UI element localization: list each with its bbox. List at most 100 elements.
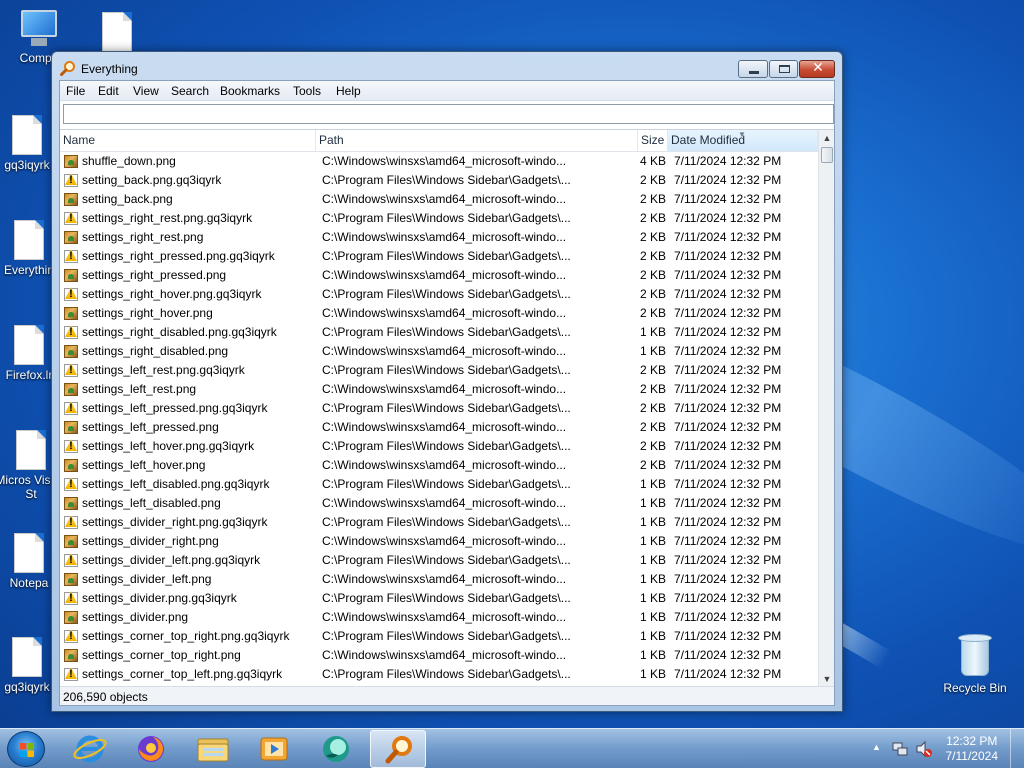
scroll-up-icon[interactable]: ▲ bbox=[819, 130, 835, 146]
table-row[interactable]: settings_divider_left.png.gq3iqyrk C:\Pro… bbox=[60, 551, 818, 570]
file-size: 1 KB bbox=[639, 610, 666, 624]
file-date-modified: 7/11/2024 12:32 PM bbox=[674, 268, 782, 282]
table-row[interactable]: settings_left_rest.png.gq3iqyrk C:\Progra… bbox=[60, 361, 818, 380]
document-icon bbox=[14, 220, 44, 260]
table-row[interactable]: settings_corner_top_right.png.gq3iqyrk C:… bbox=[60, 627, 818, 646]
network-icon[interactable] bbox=[891, 740, 909, 758]
table-row[interactable]: settings_left_disabled.png.gq3iqyrk C:\Pr… bbox=[60, 475, 818, 494]
unknown-file-icon bbox=[64, 478, 78, 491]
column-header-name[interactable]: Name bbox=[60, 130, 316, 151]
firefox-icon bbox=[138, 736, 164, 762]
file-name: setting_back.png bbox=[82, 192, 173, 206]
taskbar-file-explorer[interactable] bbox=[185, 730, 241, 768]
table-row[interactable]: settings_divider_right.png.gq3iqyrk C:\Pr… bbox=[60, 513, 818, 532]
vertical-scrollbar[interactable]: ▲ ▼ bbox=[818, 130, 834, 687]
object-count: 206,590 objects bbox=[63, 690, 148, 704]
png-file-icon bbox=[64, 649, 78, 662]
file-date-modified: 7/11/2024 12:32 PM bbox=[674, 572, 782, 586]
taskbar-everything[interactable] bbox=[370, 730, 426, 768]
minimize-button[interactable] bbox=[738, 60, 768, 78]
close-button[interactable]: ✕ bbox=[799, 60, 835, 78]
file-size: 2 KB bbox=[639, 249, 666, 263]
unknown-file-icon bbox=[64, 212, 78, 225]
desktop-icon-recycle-bin[interactable]: Recycle Bin bbox=[938, 632, 1012, 695]
show-desktop-button[interactable] bbox=[1010, 729, 1024, 768]
table-row[interactable]: settings_divider_left.png C:\Windows\wins… bbox=[60, 570, 818, 589]
table-row[interactable]: settings_left_disabled.png C:\Windows\win… bbox=[60, 494, 818, 513]
menu-file[interactable]: File bbox=[66, 84, 85, 98]
file-name: settings_corner_top_right.png bbox=[82, 648, 241, 662]
menu-tools[interactable]: Tools bbox=[293, 84, 321, 98]
table-row[interactable]: settings_divider.png.gq3iqyrk C:\Program … bbox=[60, 589, 818, 608]
table-row[interactable]: settings_right_disabled.png C:\Windows\wi… bbox=[60, 342, 818, 361]
table-row[interactable]: settings_left_hover.png.gq3iqyrk C:\Progr… bbox=[60, 437, 818, 456]
unknown-file-icon bbox=[64, 364, 78, 377]
system-tray: ▲ 12:32 PM 7/11/2024 bbox=[864, 729, 1024, 768]
table-row[interactable]: settings_left_pressed.png C:\Windows\wins… bbox=[60, 418, 818, 437]
start-button[interactable] bbox=[7, 731, 45, 767]
column-header-date-modified[interactable]: Date Modified ▼ bbox=[668, 130, 818, 151]
table-row[interactable]: settings_left_pressed.png.gq3iqyrk C:\Pro… bbox=[60, 399, 818, 418]
title-bar[interactable]: Everything ✕ bbox=[52, 52, 842, 82]
table-row[interactable]: settings_right_disabled.png.gq3iqyrk C:\P… bbox=[60, 323, 818, 342]
table-row[interactable]: setting_back.png.gq3iqyrk C:\Program File… bbox=[60, 171, 818, 190]
table-row[interactable]: settings_right_hover.png C:\Windows\winsx… bbox=[60, 304, 818, 323]
table-row[interactable]: shuffle_down.png C:\Windows\winsxs\amd64_… bbox=[60, 152, 818, 171]
file-path: C:\Program Files\Windows Sidebar\Gadgets… bbox=[322, 439, 571, 453]
file-size: 2 KB bbox=[639, 382, 666, 396]
png-file-icon bbox=[64, 193, 78, 206]
table-row[interactable]: settings_corner_top_right.png C:\Windows\… bbox=[60, 646, 818, 665]
menu-edit[interactable]: Edit bbox=[98, 84, 119, 98]
table-row[interactable]: settings_right_pressed.png C:\Windows\win… bbox=[60, 266, 818, 285]
everything-search-icon bbox=[385, 736, 412, 764]
taskbar-firefox[interactable] bbox=[123, 730, 179, 768]
menu-search[interactable]: Search bbox=[171, 84, 209, 98]
taskbar-app[interactable] bbox=[308, 730, 364, 768]
table-row[interactable]: setting_back.png C:\Windows\winsxs\amd64_… bbox=[60, 190, 818, 209]
table-row[interactable]: settings_right_rest.png C:\Windows\winsxs… bbox=[60, 228, 818, 247]
column-header-path[interactable]: Path bbox=[316, 130, 638, 151]
maximize-button[interactable] bbox=[769, 60, 798, 78]
table-row[interactable]: settings_left_rest.png C:\Windows\winsxs\… bbox=[60, 380, 818, 399]
menu-bookmarks[interactable]: Bookmarks bbox=[220, 84, 280, 98]
file-date-modified: 7/11/2024 12:32 PM bbox=[674, 230, 782, 244]
unknown-file-icon bbox=[64, 250, 78, 263]
file-size: 1 KB bbox=[639, 496, 666, 510]
computer-icon bbox=[17, 10, 61, 48]
file-name: settings_left_rest.png bbox=[82, 382, 197, 396]
scroll-down-icon[interactable]: ▼ bbox=[819, 671, 835, 687]
table-row[interactable]: settings_divider_right.png C:\Windows\win… bbox=[60, 532, 818, 551]
desktop-icon-file[interactable] bbox=[80, 12, 154, 55]
table-row[interactable]: settings_divider.png C:\Windows\winsxs\am… bbox=[60, 608, 818, 627]
table-row[interactable]: settings_right_pressed.png.gq3iqyrk C:\Pr… bbox=[60, 247, 818, 266]
menu-view[interactable]: View bbox=[133, 84, 159, 98]
file-size: 2 KB bbox=[639, 458, 666, 472]
table-row[interactable]: settings_right_rest.png.gq3iqyrk C:\Progr… bbox=[60, 209, 818, 228]
file-name: settings_corner_top_right.png.gq3iqyrk bbox=[82, 629, 290, 643]
file-name: settings_right_hover.png.gq3iqyrk bbox=[82, 287, 262, 301]
file-date-modified: 7/11/2024 12:32 PM bbox=[674, 325, 782, 339]
volume-muted-icon[interactable] bbox=[915, 740, 933, 758]
clock[interactable]: 12:32 PM 7/11/2024 bbox=[946, 734, 999, 764]
file-path: C:\Windows\winsxs\amd64_microsoft-windo.… bbox=[322, 534, 567, 548]
taskbar-internet-explorer[interactable] bbox=[62, 730, 118, 768]
results-rows: shuffle_down.png C:\Windows\winsxs\amd64_… bbox=[60, 152, 818, 687]
table-row[interactable]: settings_right_hover.png.gq3iqyrk C:\Prog… bbox=[60, 285, 818, 304]
file-path: C:\Windows\winsxs\amd64_microsoft-windo.… bbox=[322, 572, 567, 586]
menu-help[interactable]: Help bbox=[336, 84, 361, 98]
taskbar-media-player[interactable] bbox=[246, 730, 302, 768]
column-header-size[interactable]: Size bbox=[638, 130, 668, 151]
file-date-modified: 7/11/2024 12:32 PM bbox=[674, 154, 782, 168]
file-date-modified: 7/11/2024 12:32 PM bbox=[674, 211, 782, 225]
file-date-modified: 7/11/2024 12:32 PM bbox=[674, 287, 782, 301]
table-row[interactable]: settings_left_hover.png C:\Windows\winsxs… bbox=[60, 456, 818, 475]
table-row[interactable]: settings_corner_top_left.png.gq3iqyrk C:\… bbox=[60, 665, 818, 684]
file-path: C:\Windows\winsxs\amd64_microsoft-windo.… bbox=[322, 648, 567, 662]
window-title: Everything bbox=[81, 62, 138, 76]
show-hidden-icons-icon[interactable]: ▲ bbox=[872, 742, 881, 752]
unknown-file-icon bbox=[64, 554, 78, 567]
scrollbar-thumb[interactable] bbox=[821, 147, 833, 163]
search-input[interactable] bbox=[63, 104, 834, 124]
file-name: settings_divider.png.gq3iqyrk bbox=[82, 591, 237, 605]
file-size: 2 KB bbox=[639, 363, 666, 377]
